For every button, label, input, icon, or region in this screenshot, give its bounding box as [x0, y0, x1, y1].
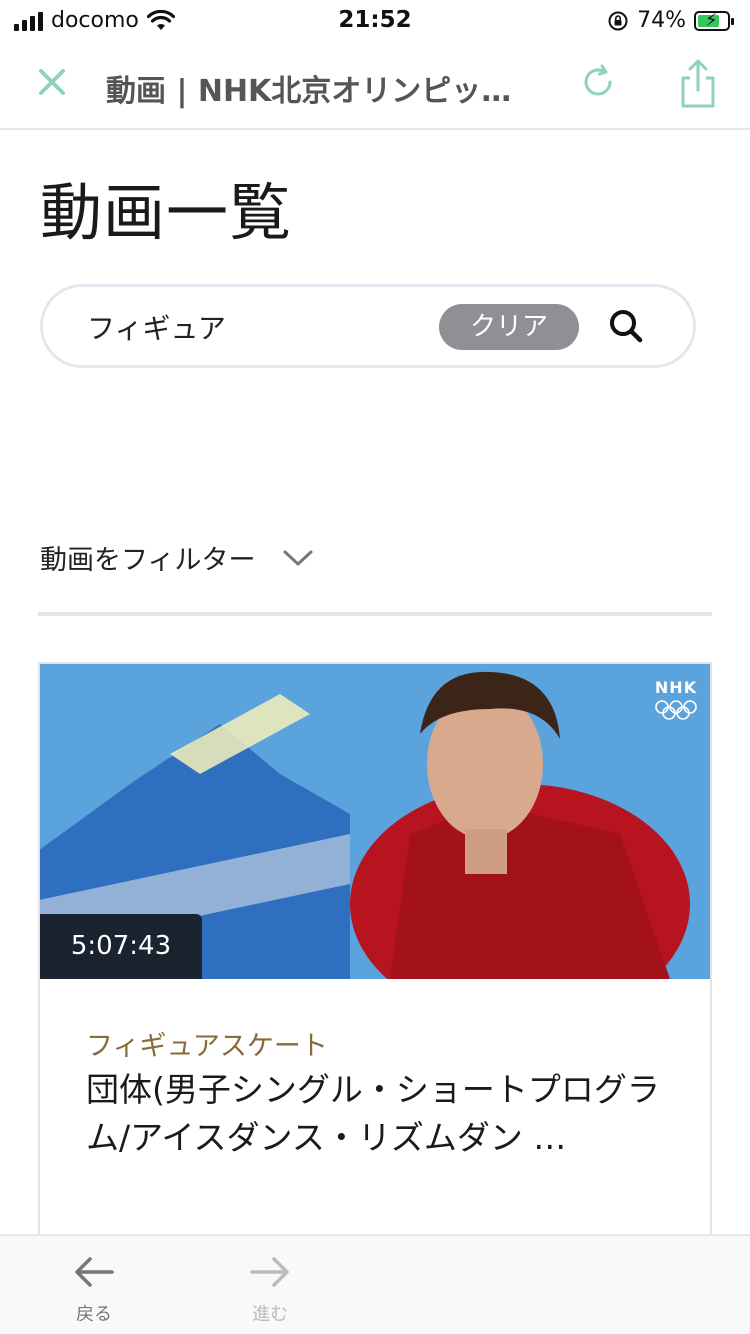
video-card[interactable]: NHK 5:07:43 フィギュアスケート 団体(男子シングル・ショートプログラ…	[38, 662, 712, 1302]
reload-icon[interactable]	[576, 60, 620, 104]
chevron-down-icon	[283, 550, 313, 565]
arrow-right-icon	[250, 1257, 289, 1287]
orientation-lock-icon	[608, 11, 628, 30]
back-button[interactable]: 戻る	[64, 1254, 124, 1326]
filter-label: 動画をフィルター	[40, 545, 256, 576]
status-bar: docomo 21:52 74% ⚡	[0, 0, 750, 40]
status-right: 74% ⚡	[607, 8, 734, 33]
page-title-bar: 動画 | NHK北京オリンピッ…	[106, 74, 512, 109]
arrow-left-icon	[75, 1257, 114, 1287]
forward-label: 進む	[252, 1304, 288, 1325]
filter-toggle[interactable]: 動画をフィルター	[40, 538, 315, 577]
search-input[interactable]	[87, 307, 427, 347]
clear-button[interactable]: クリア	[439, 304, 579, 350]
browser-toolbar: 戻る 進む	[0, 1234, 750, 1334]
back-label: 戻る	[76, 1304, 112, 1325]
share-icon[interactable]	[674, 58, 722, 110]
nhk-logo: NHK	[654, 678, 698, 721]
logo-text: NHK	[654, 678, 698, 697]
video-thumbnail[interactable]: NHK 5:07:43	[40, 664, 710, 979]
search-icon[interactable]	[605, 305, 647, 347]
video-category: フィギュアスケート	[86, 1031, 328, 1062]
divider	[38, 612, 712, 616]
search-box: クリア	[40, 284, 696, 368]
close-icon[interactable]	[30, 60, 74, 104]
video-title[interactable]: 団体(男子シングル・ショートプログラム/アイスダンス・リズムダン …	[86, 1066, 672, 1162]
battery-icon: ⚡	[694, 10, 734, 31]
duration-badge: 5:07:43	[40, 914, 202, 979]
battery-percent: 74%	[637, 8, 686, 33]
page-heading: 動画一覧	[40, 176, 293, 249]
browser-nav-bar: 動画 | NHK北京オリンピッ…	[0, 40, 750, 130]
forward-button[interactable]: 進む	[240, 1254, 300, 1326]
olympic-rings-icon	[655, 700, 697, 720]
